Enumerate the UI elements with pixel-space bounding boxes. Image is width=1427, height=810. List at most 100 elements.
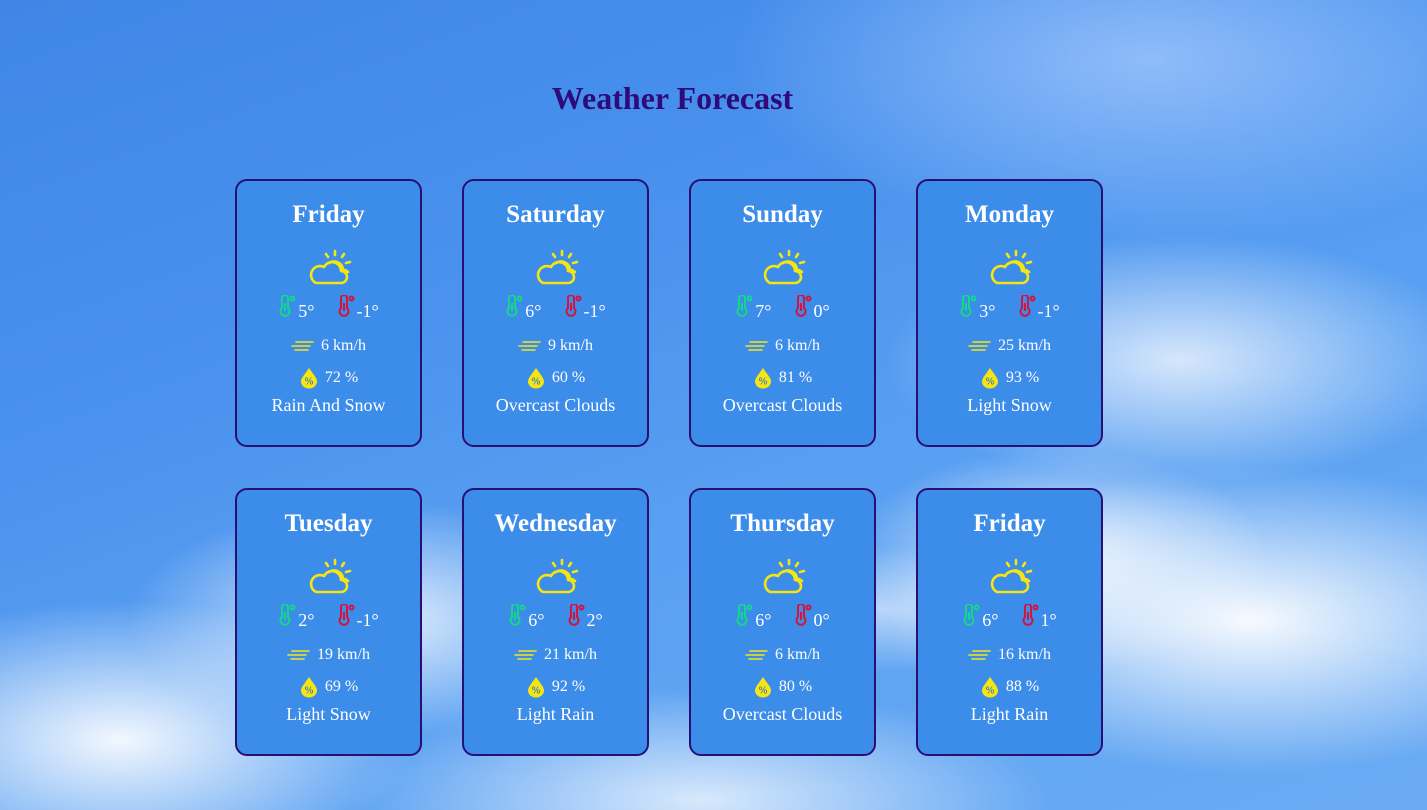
svg-text:%: %: [758, 377, 767, 388]
temperature-row: 6° 1°: [918, 604, 1101, 630]
min-temperature: 1°: [1021, 604, 1057, 630]
humidity-value: 60 %: [551, 369, 586, 386]
svg-text:%: %: [531, 686, 540, 697]
humidity-drop-icon: %: [300, 677, 317, 698]
wind-icon: [968, 341, 991, 351]
humidity-drop-icon: %: [527, 368, 544, 389]
max-temperature: 6°: [962, 604, 999, 630]
humidity-drop-icon: %: [300, 368, 317, 389]
temperature-row: 3° -1°: [918, 295, 1101, 321]
weather-description: Overcast Clouds: [722, 704, 843, 724]
wind-row: 9 km/h: [464, 335, 647, 357]
wind-icon: [514, 650, 537, 660]
forecast-day: Thursday: [730, 510, 835, 537]
forecast-day: Tuesday: [284, 510, 373, 537]
temperature-row: 6° 2°: [464, 604, 647, 630]
max-temperature-value: 7°: [755, 301, 772, 321]
min-temperature-value: 0°: [813, 610, 830, 630]
humidity-drop-icon: %: [754, 677, 771, 698]
humidity-row: % 60 %: [464, 367, 647, 389]
wind-icon: [745, 650, 768, 660]
wind-row: 6 km/h: [237, 335, 420, 357]
wind-speed: 25 km/h: [998, 337, 1051, 354]
thermometer-green-icon: [963, 604, 980, 626]
thermometer-green-icon: [279, 295, 296, 317]
min-temperature: -1°: [337, 295, 379, 321]
forecast-card: Wednesday 6° 2° 21 km/h % 92 % Light Rai…: [462, 488, 649, 756]
humidity-row: % 80 %: [691, 676, 874, 698]
weather-description: Light Rain: [516, 704, 595, 724]
weather-description: Light Snow: [286, 704, 371, 724]
humidity-value: 92 %: [551, 678, 586, 695]
partly-cloudy-icon: [536, 558, 579, 594]
svg-text:%: %: [304, 377, 313, 388]
humidity-row: % 81 %: [691, 367, 874, 389]
max-temperature-value: 6°: [982, 610, 999, 630]
wind-row: 6 km/h: [691, 644, 874, 666]
forecast-card: Friday 6° 1° 16 km/h % 88 % Light Rain: [916, 488, 1103, 756]
page-title: Weather Forecast: [551, 80, 794, 116]
min-temperature-value: -1°: [1037, 301, 1060, 321]
wind-speed: 21 km/h: [544, 646, 597, 663]
partly-cloudy-icon: [536, 249, 579, 285]
thermometer-red-icon: [1019, 295, 1035, 317]
temperature-row: 7° 0°: [691, 295, 874, 321]
humidity-row: % 69 %: [237, 676, 420, 698]
thermometer-green-icon: [506, 295, 523, 317]
humidity-row: % 92 %: [464, 676, 647, 698]
thermometer-green-icon: [736, 295, 753, 317]
max-temperature: 6°: [505, 295, 542, 321]
humidity-value: 69 %: [324, 678, 359, 695]
svg-text:%: %: [304, 686, 313, 697]
min-temperature: 2°: [567, 604, 603, 630]
temperature-row: 5° -1°: [237, 295, 420, 321]
temperature-row: 6° -1°: [464, 295, 647, 321]
partly-cloudy-icon: [309, 249, 352, 285]
wind-speed: 19 km/h: [317, 646, 370, 663]
min-temperature-value: -1°: [583, 301, 606, 321]
max-temperature-value: 5°: [298, 301, 315, 321]
partly-cloudy-icon: [990, 558, 1033, 594]
wind-speed: 6 km/h: [321, 337, 366, 354]
weather-description: Overcast Clouds: [722, 395, 843, 415]
svg-text:%: %: [531, 377, 540, 388]
max-temperature: 2°: [278, 604, 315, 630]
max-temperature: 6°: [508, 604, 545, 630]
temperature-row: 6° 0°: [691, 604, 874, 630]
humidity-row: % 88 %: [918, 676, 1101, 698]
wind-icon: [287, 650, 310, 660]
humidity-drop-icon: %: [527, 677, 544, 698]
weather-description: Overcast Clouds: [495, 395, 616, 415]
forecast-card: Sunday 7° 0° 6 km/h % 81 % Overcast Clou…: [689, 179, 876, 447]
forecast-day: Saturday: [506, 201, 605, 228]
min-temperature: -1°: [564, 295, 606, 321]
humidity-value: 88 %: [1005, 678, 1040, 695]
thermometer-green-icon: [279, 604, 296, 626]
max-temperature: 3°: [959, 295, 996, 321]
thermometer-red-icon: [565, 295, 581, 317]
min-temperature: 0°: [794, 295, 830, 321]
wind-row: 21 km/h: [464, 644, 647, 666]
min-temperature: 0°: [794, 604, 830, 630]
max-temperature-value: 2°: [298, 610, 315, 630]
svg-text:%: %: [985, 377, 994, 388]
thermometer-red-icon: [795, 295, 811, 317]
forecast-card: Friday 5° -1° 6 km/h % 72 % Rain And Sno…: [235, 179, 422, 447]
humidity-value: 80 %: [778, 678, 813, 695]
weather-description: Light Rain: [970, 704, 1049, 724]
wind-row: 6 km/h: [691, 335, 874, 357]
forecast-card: Monday 3° -1° 25 km/h % 93 % Light Snow: [916, 179, 1103, 447]
svg-text:%: %: [985, 686, 994, 697]
svg-text:%: %: [758, 686, 767, 697]
forecast-day: Friday: [973, 510, 1046, 537]
forecast-day: Monday: [965, 201, 1054, 228]
humidity-drop-icon: %: [981, 677, 998, 698]
thermometer-green-icon: [960, 295, 977, 317]
min-temperature: -1°: [337, 604, 379, 630]
humidity-row: % 72 %: [237, 367, 420, 389]
forecast-card: Thursday 6° 0° 6 km/h % 80 % Overcast Cl…: [689, 488, 876, 756]
temperature-row: 2° -1°: [237, 604, 420, 630]
wind-icon: [968, 650, 991, 660]
humidity-value: 81 %: [778, 369, 813, 386]
forecast-day: Sunday: [742, 201, 823, 228]
